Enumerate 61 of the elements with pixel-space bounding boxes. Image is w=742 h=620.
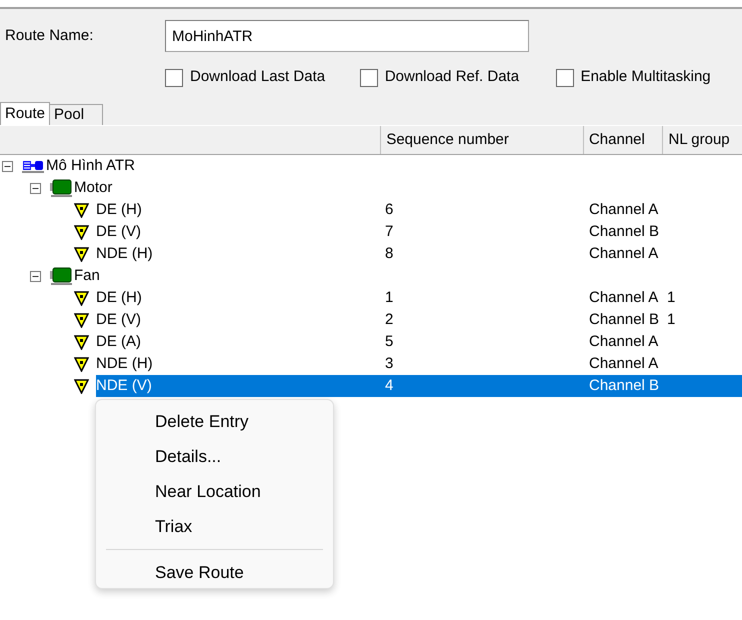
tree-node[interactable]: Fan	[74, 264, 100, 288]
sensor-point-icon	[74, 356, 89, 372]
sensor-point-icon	[74, 224, 89, 240]
menu-item[interactable]: Save Route	[100, 555, 329, 590]
table-cell-text: 6	[384, 200, 394, 220]
sensor-point-icon	[74, 246, 89, 262]
motor-pump-icon	[22, 159, 44, 173]
column-header[interactable]: Sequence number	[380, 126, 583, 154]
menu-item[interactable]: Near Location	[100, 474, 329, 509]
table-cell-text: Channel A	[588, 288, 660, 308]
tree-item[interactable]: NDE (V)	[96, 374, 152, 398]
motor-icon	[50, 179, 72, 197]
tree-item[interactable]: DE (V)	[96, 308, 141, 332]
sensor-point-icon	[74, 312, 89, 328]
table-cell-text: 2	[384, 310, 394, 330]
table-cell-text: Channel B	[588, 376, 660, 396]
table-cell-text: 7	[384, 222, 394, 242]
tree-item[interactable]: DE (V)	[96, 220, 141, 244]
motor-icon	[50, 267, 72, 285]
column-header[interactable]: NL group	[662, 126, 742, 154]
table-cell-text: 4	[384, 376, 394, 396]
menu-item[interactable]: Details...	[100, 439, 329, 474]
table-cell-text: Channel A	[588, 200, 660, 220]
table-cell-text: 3	[384, 354, 394, 374]
table-cell-text: 1	[667, 310, 676, 330]
tree-item[interactable]: DE (H)	[96, 198, 142, 222]
tab[interactable]: Pool	[50, 104, 104, 125]
checkbox[interactable]	[360, 68, 378, 86]
field-label: Route Name:	[4, 26, 94, 46]
table-cell-text: Channel A	[588, 354, 660, 374]
table-cell-text: 1	[667, 288, 676, 308]
tree-item[interactable]: NDE (H)	[96, 352, 153, 376]
tree-item[interactable]: DE (H)	[96, 286, 142, 310]
menu-item[interactable]: Delete Entry	[100, 404, 329, 439]
table-cell-text: Channel B	[588, 310, 660, 330]
collapse-icon[interactable]	[30, 182, 41, 194]
collapse-icon[interactable]	[2, 160, 13, 172]
checkbox-label: Enable Multitasking	[580, 67, 711, 88]
table-cell-text: 1	[384, 288, 394, 308]
table-cell-text: Channel B	[588, 222, 660, 242]
table-cell-text: 8	[384, 244, 394, 264]
route-name-field[interactable]: MoHinhATR	[165, 20, 529, 52]
table-cell-text: Channel A	[588, 244, 660, 264]
tree-item[interactable]: NDE (H)	[96, 242, 153, 266]
table-cell-text: Channel A	[588, 332, 660, 352]
collapse-icon[interactable]	[30, 270, 41, 282]
checkbox-label: Download Ref. Data	[384, 67, 520, 88]
tree-node[interactable]: Mô Hình ATR	[46, 154, 135, 178]
checkbox-label: Download Last Data	[190, 67, 326, 88]
menu-item[interactable]: Triax	[100, 509, 329, 544]
sensor-point-icon	[74, 378, 89, 394]
checkbox[interactable]	[165, 68, 183, 86]
tab[interactable]: Route	[0, 102, 50, 125]
sensor-point-icon	[74, 334, 89, 350]
tree-node[interactable]: Motor	[74, 176, 112, 200]
column-header[interactable]: Channel	[582, 126, 662, 154]
sensor-point-icon	[74, 202, 89, 218]
sensor-point-icon	[74, 290, 89, 306]
tree-item[interactable]: DE (A)	[96, 330, 141, 354]
checkbox[interactable]	[556, 68, 574, 86]
table-cell-text: 5	[384, 332, 394, 352]
